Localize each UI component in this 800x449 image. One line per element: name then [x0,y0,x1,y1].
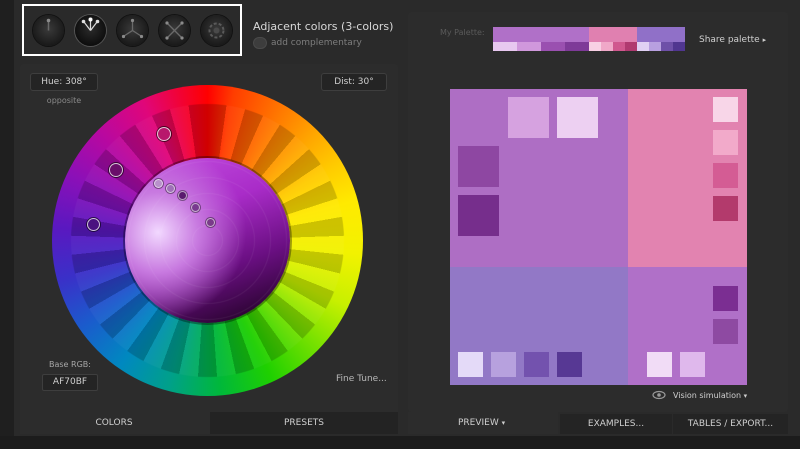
sv-dot[interactable] [191,203,200,212]
tab-preview-label: PREVIEW [458,418,499,428]
palette-sub-swatch[interactable] [541,42,565,51]
palette-strip[interactable] [493,27,685,51]
tetrad-scheme-icon [165,21,184,40]
disc-grid-rings [125,158,290,323]
palette-sub-swatch[interactable] [625,42,637,51]
tab-tables-export[interactable]: TABLES / EXPORT... [673,414,788,434]
palette-sub-swatch[interactable] [517,42,541,51]
mono-scheme-icon [46,18,51,31]
palette-sub-swatch[interactable] [649,42,661,51]
palette-label: My Palette: [440,28,485,37]
preview-swatch [458,352,483,377]
sv-dot[interactable] [178,191,187,200]
preview-swatch [647,352,672,377]
palette-main-swatch[interactable] [637,27,685,42]
preview-swatch [491,352,516,377]
sv-dot[interactable] [154,179,163,188]
preview-swatch [680,352,705,377]
base-hue-marker[interactable] [157,127,171,141]
scheme-triad-button[interactable] [117,15,148,46]
palette-group [493,27,589,51]
palette-sub-swatch[interactable] [493,42,517,51]
preview-swatch [458,146,499,187]
preview-swatch [557,97,598,138]
scheme-title: Adjacent colors (3-colors) [253,20,394,33]
palette-sub-swatch[interactable] [601,42,613,51]
tab-colors[interactable]: COLORS [20,412,208,434]
tab-preview[interactable]: PREVIEW ▾ [408,412,558,434]
complementary-toggle[interactable] [253,37,267,49]
preview-swatch [508,97,549,138]
preview-swatch [557,352,582,377]
preview-swatch [713,319,738,344]
scheme-mono-button[interactable] [33,15,64,46]
palette-sub-swatch[interactable] [613,42,625,51]
adjacent-scheme-icon [81,17,100,31]
complementary-label[interactable]: add complementary [271,38,362,48]
chevron-down-icon: ▾ [501,419,506,427]
vision-simulation-button[interactable]: Vision simulation ▾ [673,391,747,400]
base-rgb-field[interactable]: AF70BF [42,374,98,391]
palette-sub-swatch[interactable] [565,42,589,51]
preview-swatch [713,163,738,188]
triad-scheme-icon [121,18,144,39]
tab-examples[interactable]: EXAMPLES... [560,414,672,434]
palette-group [637,27,685,51]
preview-swatch [713,196,738,221]
sv-dot[interactable] [166,184,175,193]
preview-swatch [713,130,738,155]
bottom-strip [0,436,800,449]
vision-simulation-label: Vision simulation [673,391,742,400]
palette-main-swatch[interactable] [493,27,589,42]
scheme-adjacent-button[interactable] [75,15,106,46]
palette-sub-swatch[interactable] [673,42,685,51]
share-palette-label: Share palette [699,35,760,45]
scheme-freestyle-button[interactable] [201,15,232,46]
preview-swatch [524,352,549,377]
adjacent-hue-marker-2[interactable] [87,218,100,231]
opposite-link[interactable]: opposite [30,96,98,105]
caret-right-icon: ▸ [762,36,767,44]
freestyle-scheme-icon [208,22,225,39]
palette-group [589,27,637,51]
chevron-down-icon: ▾ [743,392,748,400]
palette-sub-swatch[interactable] [589,42,601,51]
base-rgb-label: Base RGB: [49,360,91,369]
distance-field[interactable]: Dist: 30° [321,73,387,91]
preview-swatch [713,97,738,122]
preview-swatch [458,195,499,236]
palette-sub-swatch[interactable] [637,42,649,51]
color-preview [450,89,747,385]
hue-field[interactable]: Hue: 308° [30,73,98,91]
scheme-tetrad-button[interactable] [159,15,190,46]
sv-dot[interactable] [206,218,215,227]
palette-sub-swatch[interactable] [661,42,673,51]
eye-icon [652,390,666,400]
fine-tune-link[interactable]: Fine Tune... [336,374,387,384]
adjacent-hue-marker-1[interactable] [109,163,123,177]
preview-swatch [713,286,738,311]
share-palette-button[interactable]: Share palette ▸ [699,35,766,45]
palette-main-swatch[interactable] [589,27,637,42]
tab-presets[interactable]: PRESETS [210,412,398,434]
